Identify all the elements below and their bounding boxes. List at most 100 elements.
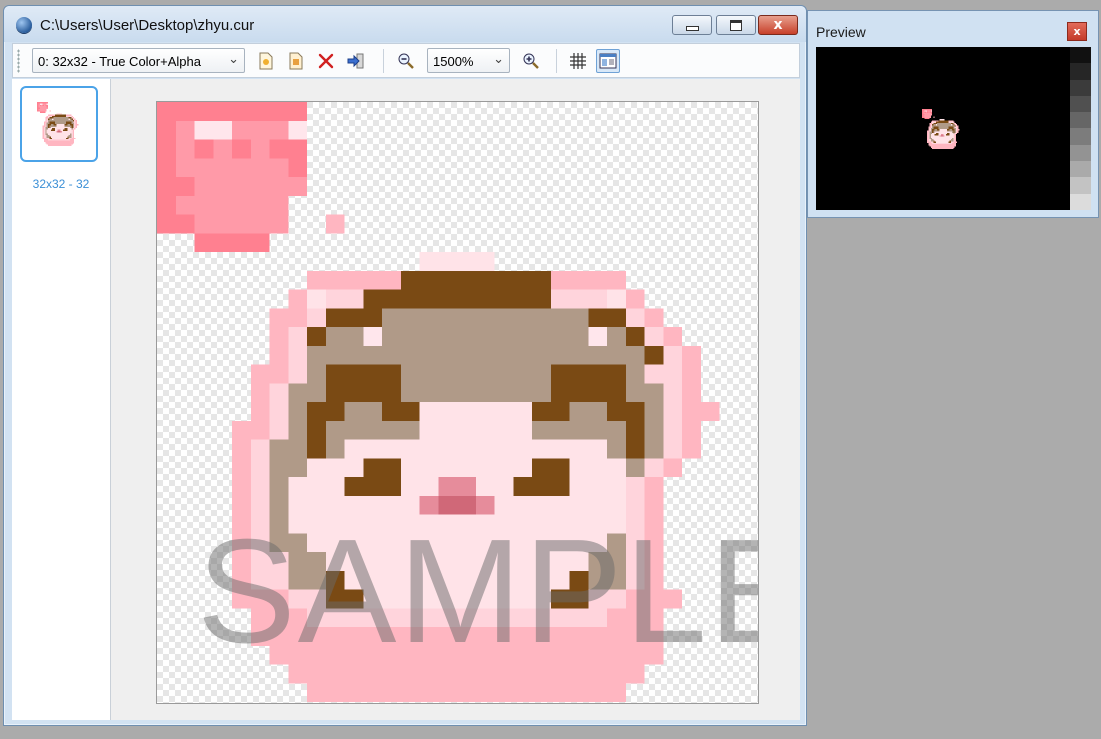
- pixel: [419, 420, 439, 440]
- pixel: [938, 137, 940, 139]
- pixel: [54, 141, 57, 144]
- zoom-select[interactable]: 1500% ⌄: [427, 48, 510, 73]
- pixel: [954, 130, 956, 132]
- pixel: [43, 124, 46, 126]
- palette-swatch[interactable]: [1070, 63, 1091, 80]
- pixel: [944, 146, 946, 148]
- pixel: [269, 327, 289, 346]
- pixel: [550, 364, 570, 384]
- toolbar-grip[interactable]: [17, 49, 20, 73]
- pixel: [60, 122, 62, 124]
- preview-close-button[interactable]: x: [1067, 22, 1087, 41]
- palette-swatch[interactable]: [1070, 161, 1091, 178]
- preview-toggle-button[interactable]: [596, 49, 620, 73]
- pixel: [438, 252, 457, 271]
- zoom-out-button[interactable]: [394, 49, 418, 73]
- pixel: [949, 132, 951, 134]
- pixel: [250, 158, 270, 177]
- pixel: [945, 136, 947, 138]
- pixel: [929, 136, 931, 138]
- minimize-button[interactable]: [672, 15, 712, 35]
- pixel: [949, 137, 951, 139]
- pixel: [63, 137, 65, 140]
- pixel: [930, 146, 932, 148]
- pixel: [934, 129, 936, 131]
- title-bar[interactable]: C:\Users\User\Desktop\zhyu.cur x: [4, 6, 806, 42]
- grid-toggle-button[interactable]: [566, 49, 590, 73]
- pixel: [60, 126, 62, 129]
- pixel: [43, 126, 46, 129]
- palette-swatch[interactable]: [1070, 128, 1091, 145]
- pixel: [952, 137, 954, 139]
- pixel: [37, 107, 39, 109]
- pixel: [61, 140, 64, 142]
- pixel: [72, 124, 75, 126]
- pixel: [157, 120, 176, 140]
- pixel: [50, 130, 53, 133]
- pixel: [932, 146, 934, 148]
- new-frame-button[interactable]: [254, 49, 278, 73]
- pixel: [45, 106, 47, 108]
- pixel: [63, 117, 65, 119]
- pixel: [929, 145, 931, 147]
- pixel: [60, 130, 62, 133]
- zoom-in-button[interactable]: [519, 49, 543, 73]
- pixel: [50, 137, 53, 140]
- pixel: [41, 111, 43, 113]
- pixel: [288, 364, 307, 384]
- pixel: [288, 345, 307, 365]
- palette-swatch[interactable]: [1070, 112, 1091, 129]
- pixel-canvas[interactable]: SAMPLE: [156, 101, 759, 704]
- pixel: [363, 477, 382, 496]
- palette-swatch[interactable]: [1070, 79, 1091, 96]
- zoom-out-icon: [398, 53, 414, 69]
- pixel: [61, 115, 64, 118]
- pixel: [64, 119, 66, 122]
- pixel: [930, 122, 932, 124]
- export-frame-button[interactable]: [344, 49, 368, 73]
- pixel: [944, 136, 946, 138]
- pixel: [50, 121, 53, 123]
- pixel: [948, 121, 950, 123]
- pixel: [663, 383, 682, 402]
- pixel: [934, 127, 936, 129]
- pixel: [42, 103, 44, 105]
- pixel: [943, 142, 945, 144]
- pixel: [344, 383, 364, 402]
- pixel: [37, 103, 39, 105]
- palette-swatch[interactable]: [1070, 47, 1091, 64]
- pixel: [61, 118, 64, 120]
- pixel: [65, 135, 68, 137]
- pixel: [46, 124, 48, 126]
- palette-swatch[interactable]: [1070, 177, 1091, 194]
- palette-swatch[interactable]: [1070, 95, 1091, 113]
- delete-frame-button[interactable]: [314, 49, 338, 73]
- pixel: [935, 122, 937, 124]
- pixel: [943, 122, 945, 124]
- pixel: [438, 477, 457, 496]
- background-color-palette[interactable]: [1070, 47, 1091, 210]
- pixel: [250, 364, 270, 384]
- pixel: [932, 137, 934, 139]
- frame-thumbnail[interactable]: [20, 86, 98, 162]
- pixel: [67, 119, 69, 122]
- pixel: [67, 140, 69, 142]
- pixel: [569, 308, 589, 327]
- pixel: [947, 130, 949, 132]
- pixel: [68, 135, 70, 137]
- pixel: [607, 383, 626, 402]
- palette-swatch[interactable]: [1070, 144, 1091, 162]
- edit-frame-button[interactable]: [284, 49, 308, 73]
- palette-swatch[interactable]: [1070, 193, 1091, 210]
- pixel: [940, 136, 942, 138]
- maximize-button[interactable]: [716, 15, 756, 35]
- pixel: [45, 110, 47, 112]
- pixel: [65, 136, 68, 138]
- pixel: [940, 135, 942, 137]
- close-button[interactable]: x: [758, 15, 798, 35]
- pixel: [947, 127, 949, 129]
- pixel: [43, 137, 46, 140]
- frame-select[interactable]: 0: 32x32 - True Color+Alpha ⌄: [32, 48, 245, 73]
- pixel: [494, 345, 514, 365]
- pixel: [57, 133, 59, 135]
